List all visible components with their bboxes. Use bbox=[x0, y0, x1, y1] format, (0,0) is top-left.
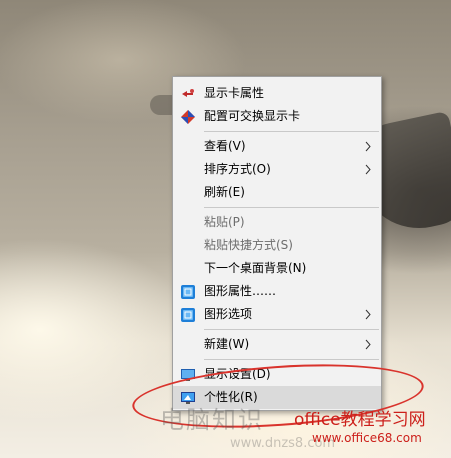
menu-item-view[interactable]: 查看(V) bbox=[173, 135, 381, 158]
context-menu: 显示卡属性 配置可交换显示卡 查看(V) 排序方式(O) 刷新(E) 粘贴(P)… bbox=[172, 76, 382, 411]
menu-item-graphics-properties[interactable]: 显示卡属性 bbox=[173, 82, 381, 105]
menu-item-graphics-properties-intel[interactable]: 图形属性…… bbox=[173, 280, 381, 303]
watermark-faded-text: 电脑知识 bbox=[160, 406, 264, 434]
menu-item-paste-shortcut: 粘贴快捷方式(S) bbox=[173, 234, 381, 257]
menu-item-label: 查看(V) bbox=[204, 139, 246, 153]
watermark-title: office教程学习网 bbox=[294, 410, 426, 430]
menu-item-label: 粘贴快捷方式(S) bbox=[204, 238, 293, 252]
menu-item-label: 下一个桌面背景(N) bbox=[204, 261, 307, 275]
menu-item-label: 图形属性…… bbox=[204, 284, 277, 298]
menu-item-label: 粘贴(P) bbox=[204, 215, 245, 229]
submenu-arrow-icon bbox=[365, 141, 371, 152]
menu-item-label: 配置可交换显示卡 bbox=[204, 109, 301, 123]
menu-item-label: 新建(W) bbox=[204, 337, 250, 351]
menu-item-label: 刷新(E) bbox=[204, 185, 245, 199]
menu-item-next-background[interactable]: 下一个桌面背景(N) bbox=[173, 257, 381, 280]
watermark-url: www.office68.com bbox=[312, 431, 422, 445]
menu-item-label: 显示卡属性 bbox=[204, 86, 265, 100]
submenu-arrow-icon bbox=[365, 164, 371, 175]
menu-item-paste: 粘贴(P) bbox=[173, 211, 381, 234]
menu-item-graphics-options[interactable]: 图形选项 bbox=[173, 303, 381, 326]
menu-separator bbox=[204, 131, 379, 132]
menu-item-refresh[interactable]: 刷新(E) bbox=[173, 181, 381, 204]
menu-item-switchable-graphics[interactable]: 配置可交换显示卡 bbox=[173, 105, 381, 128]
graphics-properties-icon bbox=[182, 89, 194, 97]
switchable-graphics-icon bbox=[181, 110, 195, 124]
submenu-arrow-icon bbox=[365, 309, 371, 320]
menu-separator bbox=[204, 359, 379, 360]
menu-separator bbox=[204, 329, 379, 330]
menu-item-label: 排序方式(O) bbox=[204, 162, 271, 176]
intel-graphics-icon bbox=[181, 308, 195, 322]
menu-separator bbox=[204, 207, 379, 208]
menu-item-sort-by[interactable]: 排序方式(O) bbox=[173, 158, 381, 181]
submenu-arrow-icon bbox=[365, 339, 371, 350]
intel-graphics-icon bbox=[181, 285, 195, 299]
menu-item-label: 图形选项 bbox=[204, 307, 253, 321]
menu-item-new[interactable]: 新建(W) bbox=[173, 333, 381, 356]
